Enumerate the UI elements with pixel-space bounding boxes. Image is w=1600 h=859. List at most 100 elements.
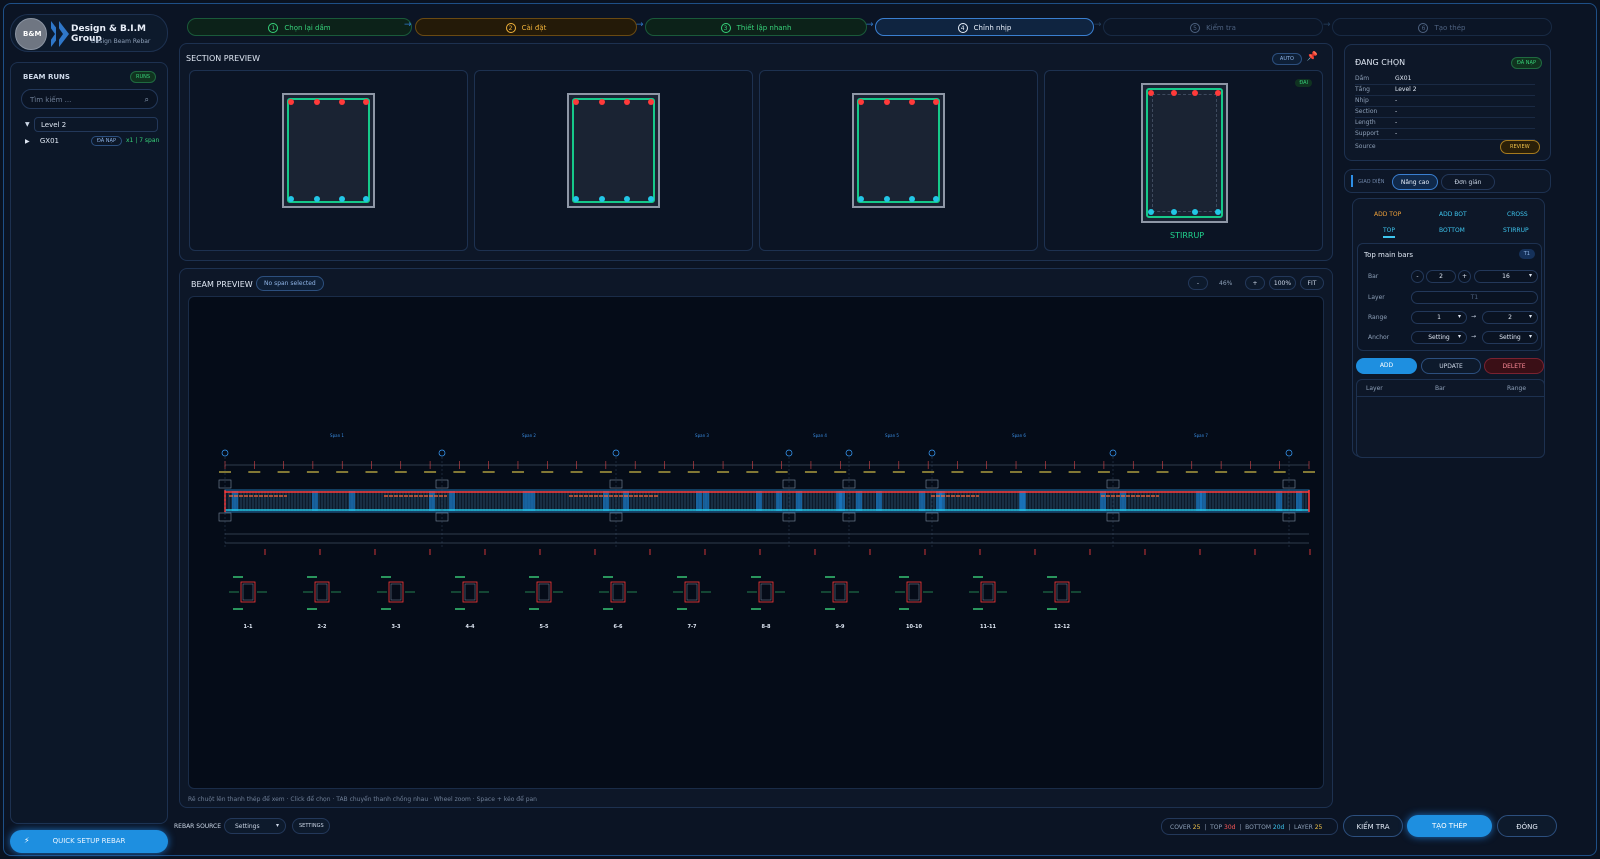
section-annotation-mark xyxy=(529,576,539,578)
section-preview-title: SECTION PREVIEW xyxy=(186,54,261,63)
dimension-text-mark xyxy=(541,471,554,473)
section-thumb-stirrup xyxy=(390,583,402,601)
anchor-start-select[interactable]: Setting ▾ xyxy=(1411,331,1467,344)
tab-cross[interactable]: CROSS xyxy=(1507,211,1528,218)
beam-drawing-canvas[interactable]: Span 1 Span 2 Span 3 Span 4 Span 5 Span 6 Span… xyxy=(188,296,1324,789)
section-box-1[interactable] xyxy=(189,70,468,251)
section-cut-label: 4-4 xyxy=(465,624,475,630)
search-icon: ⌕ xyxy=(144,95,149,104)
step-3[interactable]: 3 Thiết lập nhanh xyxy=(645,18,867,36)
step-5[interactable]: 5 Kiểm tra xyxy=(1103,18,1323,36)
bar-label: Bar xyxy=(1368,273,1379,280)
section-preview-card: SECTION PREVIEW AUTO 📌 ĐAI STIRRUP xyxy=(179,43,1333,261)
beam-expand-icon[interactable]: ▶ xyxy=(25,138,30,145)
auto-mode-toggle[interactable]: AUTO xyxy=(1271,53,1302,65)
check-button[interactable]: KIỂM TRA xyxy=(1343,815,1403,837)
section-cut-label: 5-5 xyxy=(539,624,549,630)
dimension-text-mark xyxy=(511,471,524,473)
bottom-rebar-dot xyxy=(909,196,915,202)
pin-icon[interactable]: 📌 xyxy=(1307,52,1318,62)
tab-add-top[interactable]: ADD TOP xyxy=(1374,211,1401,218)
range-to-select[interactable]: 2 ▾ xyxy=(1482,311,1538,324)
bar-plus-button[interactable]: + xyxy=(1458,270,1471,283)
tree-beam-gx01[interactable]: ▶ GX01 ĐÃ NẠP x1 | 7 span xyxy=(25,136,165,146)
section-box-3[interactable] xyxy=(759,70,1038,251)
dense-stirrup-zone xyxy=(776,491,782,511)
bottom-rebar-dot xyxy=(858,196,864,202)
bar-minus-button[interactable]: - xyxy=(1411,270,1424,283)
beam-span-info: x1 | 7 span xyxy=(126,137,160,144)
tab-stirrup[interactable]: STIRRUP xyxy=(1503,227,1529,234)
grid-bubble xyxy=(785,449,793,457)
dimension-text-mark xyxy=(219,471,231,473)
top-rebar-dot xyxy=(599,99,605,105)
step-4-active[interactable]: 4 Chỉnh nhịp xyxy=(875,18,1094,36)
section-annotation-mark xyxy=(455,608,465,610)
selected-info-card: ĐANG CHỌN ĐÃ NẠP Dầm GX01 Tầng Level 2 Nhị… xyxy=(1344,44,1551,161)
dimension-text-mark xyxy=(277,471,290,473)
top-rebar-dot xyxy=(1171,90,1177,96)
bottom-rebar-dot xyxy=(599,196,605,202)
rebar-source-select[interactable]: Settings ▾ xyxy=(224,818,286,834)
step-6[interactable]: 6 Tạo thép xyxy=(1332,18,1552,36)
close-button[interactable]: ĐÓNG xyxy=(1497,815,1557,837)
top-rebar-dot xyxy=(648,99,654,105)
runs-badge: RUNS xyxy=(130,71,157,83)
fit-button[interactable]: FIT xyxy=(1300,276,1324,290)
step-arrow-icon: → xyxy=(1323,20,1331,30)
dimension-text-mark xyxy=(599,471,612,473)
bottom-rebar-dot xyxy=(1192,209,1198,215)
tab-top[interactable]: TOP xyxy=(1383,227,1396,238)
bottom-rebar-dot xyxy=(648,196,654,202)
top-rebar-dot xyxy=(339,99,345,105)
tab-add-bot[interactable]: ADD BOT xyxy=(1439,211,1467,218)
bar-count-input[interactable]: 2 xyxy=(1426,270,1456,283)
zoom-reset-button[interactable]: 100% xyxy=(1269,276,1296,290)
bottom-rebar-dot xyxy=(1215,209,1221,215)
section-annotation-mark xyxy=(677,608,687,610)
dimension-text-mark xyxy=(658,471,671,473)
mode-advanced-button[interactable]: Nâng cao xyxy=(1392,174,1438,190)
zoom-level: 46% xyxy=(1219,280,1233,287)
section-thumb-stirrup xyxy=(464,583,476,601)
span-label: Span 3 xyxy=(695,433,709,438)
dense-stirrup-zone xyxy=(839,491,845,511)
anchor-end-select[interactable]: Setting ▾ xyxy=(1482,331,1538,344)
tab-bottom[interactable]: BOTTOM xyxy=(1439,227,1465,234)
step-1[interactable]: 1 Chọn lại dầm xyxy=(187,18,412,36)
mode-simple-button[interactable]: Đơn giản xyxy=(1441,174,1495,190)
step-2[interactable]: 2 Cài đặt xyxy=(415,18,637,36)
table-header-range: Range xyxy=(1507,385,1527,392)
dense-stirrup-zone xyxy=(232,491,238,511)
span-selection-status: No span selected xyxy=(256,276,324,291)
section-annotation-mark xyxy=(603,608,613,610)
top-rebar-dot xyxy=(909,99,915,105)
section-box-2[interactable] xyxy=(474,70,753,251)
tree-level-2[interactable]: Level 2 xyxy=(34,117,158,132)
bar-diameter-select[interactable]: 16 ▾ xyxy=(1474,270,1538,283)
range-from-select[interactable]: 1 ▾ xyxy=(1411,311,1467,324)
zoom-out-button[interactable]: - xyxy=(1188,276,1208,290)
settings-button[interactable]: SETTINGS xyxy=(292,818,330,834)
search-input[interactable]: Tìm kiếm ... ⌕ xyxy=(21,89,158,109)
layer-input[interactable]: T1 xyxy=(1411,291,1538,304)
dimension-text-mark xyxy=(951,471,964,473)
beam-preview-title: BEAM PREVIEW xyxy=(191,280,253,289)
dimension-text-mark xyxy=(629,471,642,473)
create-rebar-button[interactable]: TẠO THÉP xyxy=(1407,815,1492,837)
zoom-in-button[interactable]: + xyxy=(1245,276,1265,290)
top-rebar-dot xyxy=(933,99,939,105)
dense-stirrup-zone xyxy=(523,491,529,511)
group-badge: T1 xyxy=(1518,249,1535,259)
span-label: Span 2 xyxy=(522,433,536,438)
add-bar-button[interactable]: ADD xyxy=(1356,358,1417,374)
level-collapse-icon[interactable]: ▼ xyxy=(25,121,30,128)
quick-setup-rebar-button[interactable]: ⚡ QUICK SETUP REBAR xyxy=(10,830,168,853)
grid-bubble xyxy=(1285,449,1293,457)
grid-bubble xyxy=(612,449,620,457)
section-box-stirrup[interactable]: ĐAI STIRRUP xyxy=(1044,70,1323,251)
bottom-rebar-dot xyxy=(933,196,939,202)
dense-stirrup-zone xyxy=(939,491,945,511)
delete-bar-button[interactable]: DELETE xyxy=(1484,358,1544,374)
update-bar-button[interactable]: UPDATE xyxy=(1421,358,1481,374)
